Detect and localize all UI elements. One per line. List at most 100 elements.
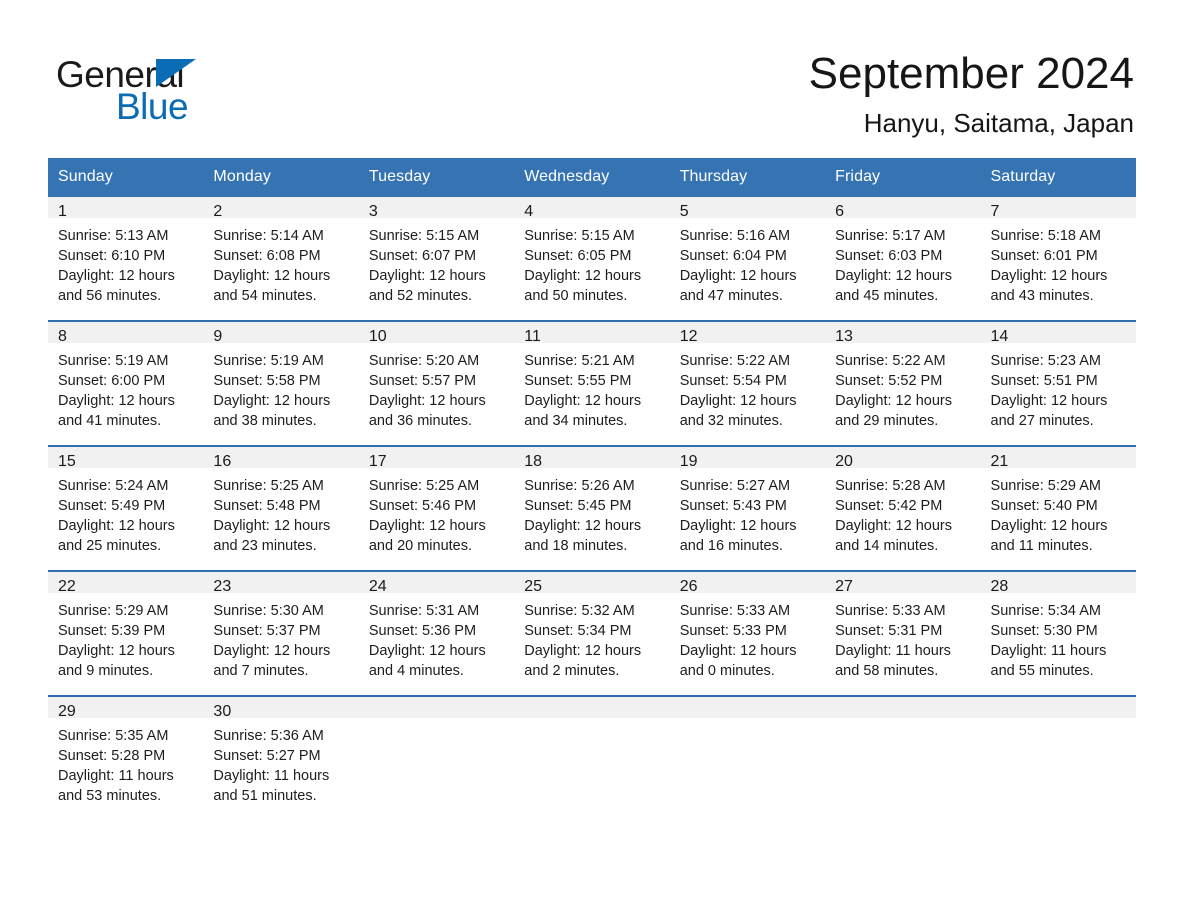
calendar-day-cell[interactable]: 17 Sunrise: 5:25 AM Sunset: 5:46 PM Dayligh… — [358, 445, 515, 571]
sunset-time: Sunset: 5:49 PM — [58, 498, 166, 514]
sunrise-time: Sunrise: 5:23 AM — [990, 353, 1101, 369]
calendar-day-cell[interactable]: 30 Sunrise: 5:36 AM Sunset: 5:27 PM Dayligh… — [203, 695, 359, 820]
sunset-time: Sunset: 5:51 PM — [990, 373, 1098, 389]
calendar-page: General Blue September 2024 Hanyu, Saita… — [0, 0, 1188, 918]
calendar-day-cell[interactable]: 3 Sunrise: 5:15 AM Sunset: 6:07 PM Daylight… — [358, 197, 515, 321]
calendar-day-cell[interactable]: 26 Sunrise: 5:33 AM Sunset: 5:33 PM Dayligh… — [669, 570, 826, 696]
day-number: 27 — [825, 572, 981, 595]
calendar-day-cell[interactable]: 2 Sunrise: 5:14 AM Sunset: 6:08 PM Daylight… — [203, 197, 359, 321]
general-blue-logo[interactable]: General Blue — [56, 48, 286, 125]
calendar-day-cell-empty — [980, 695, 1136, 820]
sunrise-time: Sunrise: 5:13 AM — [58, 228, 169, 244]
calendar-day-cell[interactable]: 9 Sunrise: 5:19 AM Sunset: 5:58 PM Daylight… — [203, 320, 359, 446]
calendar-day-cell[interactable]: 1 Sunrise: 5:13 AM Sunset: 6:10 PM Daylight… — [48, 197, 204, 321]
daylight-duration: Daylight: 12 hours and 29 minutes. — [835, 393, 952, 429]
sunrise-time: Sunrise: 5:24 AM — [58, 478, 169, 494]
day-number — [669, 697, 826, 718]
daylight-duration: Daylight: 12 hours and 2 minutes. — [524, 643, 642, 679]
daylight-duration: Daylight: 12 hours and 23 minutes. — [213, 518, 331, 554]
day-details — [825, 718, 980, 804]
calendar-week-row: 22 Sunrise: 5:29 AM Sunset: 5:39 PM Dayligh… — [48, 570, 1136, 696]
calendar-day-cell[interactable]: 20 Sunrise: 5:28 AM Sunset: 5:42 PM Dayligh… — [825, 445, 981, 571]
weekday-header-tuesday: Tuesday — [358, 158, 515, 197]
calendar-day-cell[interactable]: 19 Sunrise: 5:27 AM Sunset: 5:43 PM Dayligh… — [669, 445, 826, 571]
calendar-day-cell[interactable]: 29 Sunrise: 5:35 AM Sunset: 5:28 PM Dayligh… — [48, 695, 204, 820]
calendar-day-cell[interactable]: 5 Sunrise: 5:16 AM Sunset: 6:04 PM Daylight… — [669, 197, 826, 321]
day-number — [825, 697, 981, 718]
day-number: 24 — [358, 572, 515, 595]
calendar-day-cell[interactable]: 6 Sunrise: 5:17 AM Sunset: 6:03 PM Daylight… — [825, 197, 981, 321]
day-details — [981, 718, 1136, 804]
day-number: 8 — [48, 322, 204, 345]
calendar-day-cell[interactable]: 23 Sunrise: 5:30 AM Sunset: 5:37 PM Dayligh… — [203, 570, 359, 696]
sunrise-time: Sunrise: 5:22 AM — [679, 353, 791, 369]
sunrise-time: Sunrise: 5:16 AM — [679, 228, 791, 244]
calendar-day-cell[interactable]: 8 Sunrise: 5:19 AM Sunset: 6:00 PM Daylight… — [48, 320, 204, 446]
weekday-header-monday: Monday — [203, 158, 359, 197]
sunrise-time: Sunrise: 5:21 AM — [524, 353, 635, 369]
weekday-header-friday: Friday — [825, 158, 981, 197]
day-details: Sunrise: 5:17 AM Sunset: 6:03 PM Daylight:… — [825, 218, 980, 320]
calendar-day-cell[interactable]: 16 Sunrise: 5:25 AM Sunset: 5:48 PM Dayligh… — [203, 445, 359, 571]
sunset-time: Sunset: 6:07 PM — [368, 248, 477, 264]
day-details: Sunrise: 5:19 AM Sunset: 5:58 PM Daylight:… — [203, 343, 358, 445]
weekday-header-wednesday: Wednesday — [514, 158, 670, 197]
day-details: Sunrise: 5:28 AM Sunset: 5:42 PM Daylight:… — [825, 468, 980, 570]
day-details: Sunrise: 5:24 AM Sunset: 5:49 PM Daylight:… — [48, 468, 203, 570]
day-details: Sunrise: 5:34 AM Sunset: 5:30 PM Daylight:… — [981, 593, 1136, 695]
calendar-day-cell[interactable]: 24 Sunrise: 5:31 AM Sunset: 5:36 PM Dayligh… — [358, 570, 515, 696]
sunset-time: Sunset: 6:05 PM — [524, 248, 632, 264]
page-title: September 2024 — [808, 49, 1134, 98]
sunset-time: Sunset: 5:31 PM — [835, 623, 943, 639]
sunset-time: Sunset: 5:45 PM — [524, 498, 632, 514]
calendar-day-cell-empty — [358, 695, 515, 820]
calendar-day-cell[interactable]: 11 Sunrise: 5:21 AM Sunset: 5:55 PM Dayligh… — [514, 320, 670, 446]
calendar-day-cell[interactable]: 22 Sunrise: 5:29 AM Sunset: 5:39 PM Dayligh… — [48, 570, 204, 696]
daylight-duration: Daylight: 12 hours and 43 minutes. — [990, 268, 1108, 304]
day-details: Sunrise: 5:14 AM Sunset: 6:08 PM Daylight:… — [203, 218, 358, 320]
day-number — [980, 697, 1136, 718]
calendar-day-cell[interactable]: 13 Sunrise: 5:22 AM Sunset: 5:52 PM Dayligh… — [825, 320, 981, 446]
calendar-day-cell[interactable]: 18 Sunrise: 5:26 AM Sunset: 5:45 PM Dayligh… — [514, 445, 670, 571]
calendar-day-cell[interactable]: 10 Sunrise: 5:20 AM Sunset: 5:57 PM Dayligh… — [358, 320, 515, 446]
day-details: Sunrise: 5:23 AM Sunset: 5:51 PM Daylight:… — [981, 343, 1136, 445]
sunset-time: Sunset: 5:36 PM — [368, 623, 477, 639]
sunset-time: Sunset: 5:28 PM — [58, 748, 166, 764]
day-number: 17 — [358, 447, 515, 470]
day-details: Sunrise: 5:18 AM Sunset: 6:01 PM Daylight:… — [981, 218, 1136, 320]
day-number: 2 — [203, 197, 359, 220]
sunset-time: Sunset: 6:00 PM — [58, 373, 166, 389]
sunset-time: Sunset: 5:30 PM — [990, 623, 1098, 639]
day-number: 18 — [514, 447, 670, 470]
sunrise-time: Sunrise: 5:30 AM — [213, 603, 324, 619]
sunrise-time: Sunrise: 5:19 AM — [213, 353, 324, 369]
sunset-time: Sunset: 5:58 PM — [213, 373, 321, 389]
daylight-duration: Daylight: 12 hours and 18 minutes. — [524, 518, 642, 554]
day-number: 3 — [358, 197, 515, 220]
sunrise-time: Sunrise: 5:31 AM — [368, 603, 480, 619]
calendar-day-cell[interactable]: 4 Sunrise: 5:15 AM Sunset: 6:05 PM Daylight… — [514, 197, 670, 321]
day-number — [514, 697, 670, 718]
calendar-day-cell[interactable]: 25 Sunrise: 5:32 AM Sunset: 5:34 PM Dayligh… — [514, 570, 670, 696]
logo-triangle-icon — [156, 59, 196, 87]
calendar-day-cell[interactable]: 12 Sunrise: 5:22 AM Sunset: 5:54 PM Dayligh… — [669, 320, 826, 446]
daylight-duration: Daylight: 12 hours and 0 minutes. — [679, 643, 797, 679]
calendar-day-cell[interactable]: 15 Sunrise: 5:24 AM Sunset: 5:49 PM Dayligh… — [48, 445, 204, 571]
sunset-time: Sunset: 5:42 PM — [835, 498, 943, 514]
day-number: 6 — [825, 197, 981, 220]
daylight-duration: Daylight: 12 hours and 20 minutes. — [368, 518, 486, 554]
daylight-duration: Daylight: 11 hours and 53 minutes. — [58, 768, 174, 804]
sunrise-time: Sunrise: 5:19 AM — [58, 353, 169, 369]
calendar-day-cell[interactable]: 7 Sunrise: 5:18 AM Sunset: 6:01 PM Daylight… — [980, 197, 1136, 321]
calendar-day-cell[interactable]: 14 Sunrise: 5:23 AM Sunset: 5:51 PM Dayligh… — [980, 320, 1136, 446]
calendar-day-cell[interactable]: 27 Sunrise: 5:33 AM Sunset: 5:31 PM Dayligh… — [825, 570, 981, 696]
day-number: 30 — [203, 697, 359, 720]
calendar-day-cell[interactable]: 28 Sunrise: 5:34 AM Sunset: 5:30 PM Dayligh… — [980, 570, 1136, 696]
daylight-duration: Daylight: 12 hours and 11 minutes. — [990, 518, 1108, 554]
location-subtitle: Hanyu, Saitama, Japan — [863, 108, 1134, 138]
calendar-day-cell[interactable]: 21 Sunrise: 5:29 AM Sunset: 5:40 PM Dayligh… — [980, 445, 1136, 571]
sunset-time: Sunset: 6:10 PM — [58, 248, 166, 264]
daylight-duration: Daylight: 11 hours and 55 minutes. — [990, 643, 1107, 679]
weekday-header-saturday: Saturday — [980, 158, 1136, 197]
sunrise-time: Sunrise: 5:33 AM — [679, 603, 791, 619]
